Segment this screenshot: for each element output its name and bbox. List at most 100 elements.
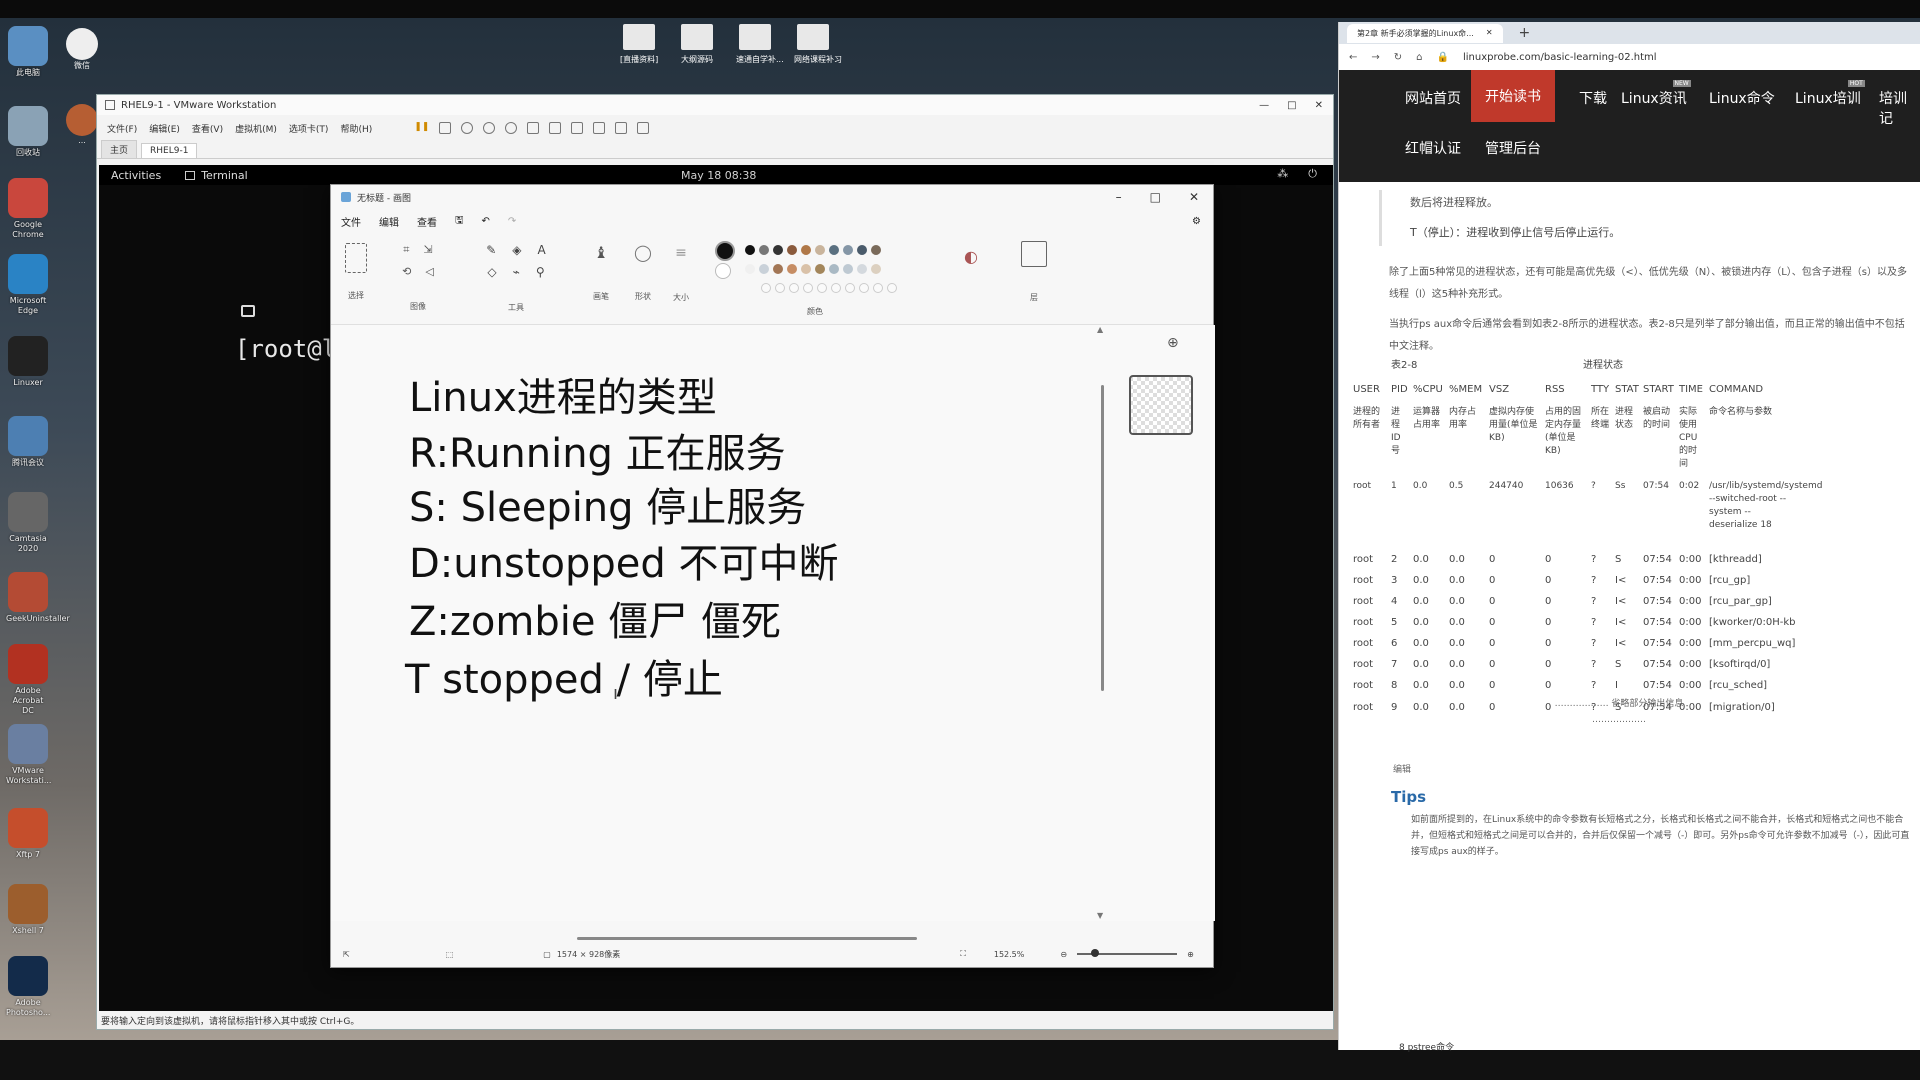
edit-link[interactable]: 编辑 (1393, 762, 1411, 775)
menu-edit[interactable]: 编辑(E) (149, 122, 180, 135)
paint-menu-view[interactable]: 查看 (417, 214, 437, 229)
desktop-folder-icon[interactable]: 速通自学补... (736, 24, 784, 65)
desktop-icon[interactable]: VMware Workstati... (6, 724, 51, 786)
fullscreen-icon[interactable] (571, 122, 584, 134)
layers-icon[interactable] (1021, 241, 1047, 267)
nav-home[interactable]: 网站首页 (1405, 88, 1461, 108)
zoom-out-icon[interactable]: ⊖ (1060, 950, 1067, 959)
color-swatch[interactable] (801, 264, 811, 274)
snapshot-icon[interactable] (461, 122, 474, 134)
gnome-clock[interactable]: May 18 08:38 (681, 169, 756, 182)
menu-file[interactable]: 文件(F) (107, 122, 137, 135)
color-swatch[interactable] (815, 264, 825, 274)
color-swatch[interactable] (871, 244, 881, 255)
nav-start-reading[interactable]: 开始读书 (1471, 70, 1555, 122)
activities-button[interactable]: Activities (111, 169, 161, 182)
redo-icon[interactable]: ↷ (508, 216, 516, 227)
scroll-down-arrow-icon[interactable]: ▼ (1097, 911, 1103, 920)
nav-training-notes[interactable]: 培训记 (1879, 88, 1920, 128)
nav-linux-training[interactable]: Linux培训 HOT (1795, 80, 1865, 108)
desktop-icon[interactable]: Xftp 7 (6, 808, 50, 860)
desktop-icon[interactable]: Linuxer (6, 336, 50, 388)
settings-gear-icon[interactable]: ⚙ (1192, 216, 1201, 227)
text-tool-icon[interactable]: A (538, 243, 546, 257)
size-icon[interactable]: ≡ (661, 245, 701, 261)
color-swatch[interactable] (801, 244, 811, 255)
color-swatch[interactable] (871, 264, 881, 274)
network-icon[interactable]: ⁂ (1277, 167, 1288, 181)
zoom-slider[interactable] (1077, 949, 1178, 957)
select-tool-icon[interactable] (345, 243, 367, 273)
desktop-icon[interactable]: Xshell 7 (6, 884, 50, 936)
desktop-folder-icon[interactable]: [直播资料] (620, 24, 658, 65)
nav-linux-commands[interactable]: Linux命令 (1709, 88, 1775, 108)
resize-icon[interactable]: ⇲ (423, 243, 432, 257)
scroll-up-arrow-icon[interactable]: ▲ (1097, 325, 1103, 334)
stretch-icon[interactable] (637, 122, 650, 134)
color-picker-icon[interactable]: ⌁ (513, 265, 520, 279)
canvas-vertical-scrollbar[interactable] (1101, 385, 1104, 691)
crop-icon[interactable]: ⌗ (403, 243, 409, 257)
pause-icon[interactable]: ❚❚ (414, 122, 429, 134)
desktop-icon[interactable]: Google Chrome (6, 178, 50, 240)
color-swatch[interactable] (745, 244, 755, 255)
desktop-icon[interactable]: Camtasia 2020 (6, 492, 50, 554)
back-icon[interactable]: ← (1349, 52, 1357, 63)
unity-icon[interactable] (593, 122, 606, 134)
color-swatch[interactable] (843, 244, 853, 255)
secondary-color-swatch[interactable] (715, 262, 731, 279)
color-swatch[interactable] (759, 264, 769, 274)
console-icon[interactable] (615, 122, 628, 134)
desktop-icon[interactable]: Microsoft Edge (6, 254, 50, 316)
desktop-icon[interactable]: 回收站 (6, 106, 50, 158)
primary-color-swatch[interactable] (715, 241, 735, 261)
revert-snapshot-icon[interactable] (483, 122, 496, 134)
app-menu-terminal[interactable]: Terminal (201, 169, 248, 182)
minimize-button[interactable]: — (1259, 100, 1269, 111)
maximize-button[interactable]: □ (1287, 100, 1296, 111)
canvas-horizontal-scrollbar[interactable] (577, 937, 917, 940)
rotate-icon[interactable]: ⟲ (402, 265, 411, 278)
desktop-icon[interactable]: GeekUninstaller (6, 572, 70, 624)
color-swatch[interactable] (773, 244, 783, 255)
view-library-icon[interactable] (527, 122, 540, 134)
undo-icon[interactable]: ↶ (482, 216, 490, 227)
desktop-icon[interactable]: 微信 (64, 28, 100, 71)
paint-canvas[interactable]: Linux进程的类型 R:Running 正在服务 S: Sleeping 停止服务… (331, 325, 1215, 921)
next-section[interactable]: 8 pstree命令 (1399, 1040, 1454, 1053)
close-button[interactable]: ✕ (1315, 100, 1323, 111)
desktop-icon[interactable]: Adobe Photosho... (6, 956, 50, 1018)
home-icon[interactable]: ⌂ (1416, 52, 1422, 63)
color-swatch[interactable] (857, 264, 867, 274)
tab-home[interactable]: 主页 (101, 140, 138, 158)
nav-download[interactable]: 下载 (1579, 88, 1607, 108)
fill-icon[interactable]: ◈ (512, 243, 521, 257)
pencil-icon[interactable]: ✎ (486, 243, 496, 257)
color-swatch[interactable] (843, 264, 853, 274)
menu-help[interactable]: 帮助(H) (340, 122, 372, 135)
color-swatch[interactable] (857, 244, 867, 255)
forward-icon[interactable]: → (1371, 52, 1379, 63)
layer-thumbnail[interactable] (1129, 375, 1193, 435)
desktop-folder-icon[interactable]: 网络课程补习 (794, 24, 842, 65)
zoom-level[interactable]: 152.5% (994, 950, 1025, 959)
view-thumbnail-icon[interactable] (549, 122, 562, 134)
nav-linux-news[interactable]: Linux资讯 NEW (1621, 80, 1691, 108)
browser-tab[interactable]: 第2章 新手必须掌握的Linux命... ✕ (1347, 23, 1503, 43)
menu-vm[interactable]: 虚拟机(M) (235, 122, 277, 135)
paint-menu-file[interactable]: 文件 (341, 214, 361, 229)
power-icon[interactable]: ⏻ (1308, 167, 1317, 181)
fit-window-icon[interactable]: ⛶ (960, 949, 966, 959)
reload-icon[interactable]: ↻ (1394, 52, 1402, 63)
desktop-icon[interactable]: ... (64, 104, 100, 145)
eraser-icon[interactable]: ◇ (487, 265, 496, 279)
desktop-icon[interactable]: 此电脑 (6, 26, 50, 78)
tab-close-icon[interactable]: ✕ (1486, 28, 1493, 39)
paint-minimize-button[interactable]: – (1116, 190, 1122, 204)
color-swatch[interactable] (759, 244, 769, 255)
zoom-in-icon[interactable]: ⊕ (1187, 950, 1194, 959)
flip-icon[interactable]: ◁ (425, 265, 433, 278)
manage-snapshots-icon[interactable] (505, 122, 518, 134)
color-swatch[interactable] (829, 244, 839, 255)
paint-maximize-button[interactable]: □ (1150, 190, 1161, 204)
